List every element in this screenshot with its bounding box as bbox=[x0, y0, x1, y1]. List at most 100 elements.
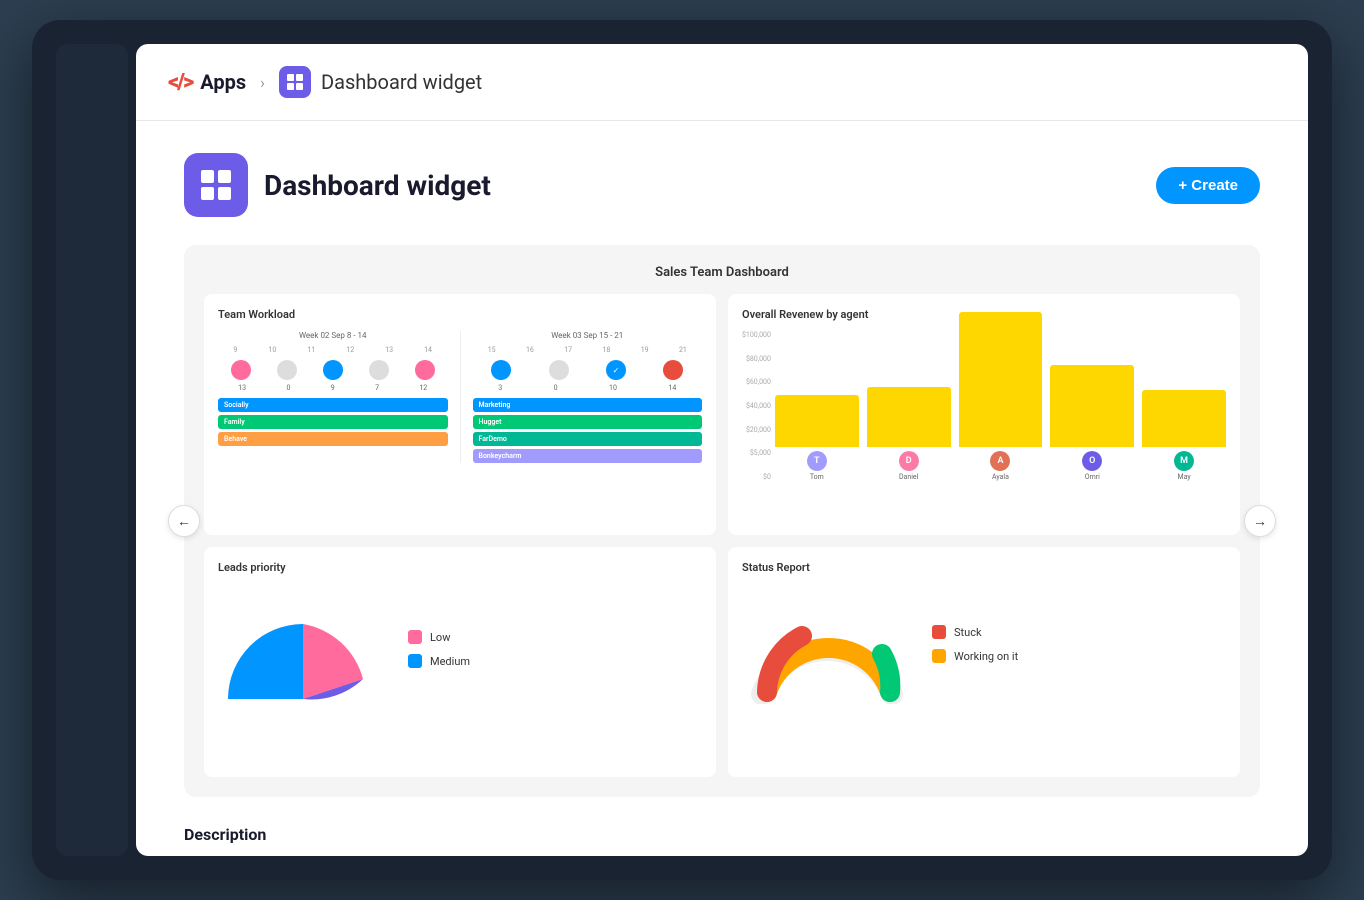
task-bar-bonkeycharm: Bonkeycharm bbox=[473, 449, 703, 463]
breadcrumb-page-title: Dashboard widget bbox=[321, 70, 482, 94]
leads-priority-widget: Leads priority bbox=[204, 547, 716, 777]
workload-weeks: Week 02 Sep 8 - 14 9 10 11 12 13 14 bbox=[218, 331, 702, 463]
bars-container: T Tom D Daniel bbox=[775, 331, 1226, 481]
avatar-ayala: A bbox=[990, 451, 1010, 471]
bar-label-omri: Omri bbox=[1085, 473, 1100, 481]
count: 7 bbox=[375, 384, 379, 392]
avatar-w3-2 bbox=[549, 360, 569, 380]
app-icon-large bbox=[184, 153, 248, 217]
legend-medium: Medium bbox=[408, 654, 470, 668]
count: 3 bbox=[498, 384, 502, 392]
legend-label-working: Working on it bbox=[954, 650, 1018, 663]
breadcrumb-apps-label[interactable]: Apps bbox=[200, 70, 246, 94]
revenue-widget: Overall Revenew by agent $100,000 $80,00… bbox=[728, 294, 1240, 535]
day: 17 bbox=[564, 346, 572, 354]
task-bar-fardemo: FarDemo bbox=[473, 432, 703, 446]
bar-label-ayala: Ayala bbox=[992, 473, 1009, 481]
brand-logo: </> Apps bbox=[168, 70, 246, 95]
bar-rect-may bbox=[1142, 390, 1226, 447]
legend-working: Working on it bbox=[932, 649, 1018, 663]
code-icon: </> bbox=[168, 70, 192, 95]
main-area: </> Apps › Dashboard widget bbox=[136, 44, 1308, 856]
legend-dot-medium bbox=[408, 654, 422, 668]
nav-arrow-left[interactable]: ← bbox=[168, 505, 200, 537]
legend-stuck: Stuck bbox=[932, 625, 1018, 639]
week2-counts: 13 0 9 7 12 bbox=[218, 384, 448, 392]
task-bar-behave: Behave bbox=[218, 432, 448, 446]
bar-item-may: M May bbox=[1142, 390, 1226, 481]
breadcrumb-bar: </> Apps › Dashboard widget bbox=[136, 44, 1308, 121]
task-bar-hugget: Hugget bbox=[473, 415, 703, 429]
avatar-tom: T bbox=[807, 451, 827, 471]
y-label: $100,000 bbox=[742, 331, 771, 339]
leads-priority-title: Leads priority bbox=[218, 561, 702, 574]
gauge-chart bbox=[742, 584, 912, 704]
task-bar-marketing: Marketing bbox=[473, 398, 703, 412]
count: 0 bbox=[554, 384, 558, 392]
device-frame: </> Apps › Dashboard widget bbox=[32, 20, 1332, 880]
create-button[interactable]: + Create bbox=[1156, 167, 1260, 204]
y-label: $0 bbox=[742, 473, 771, 481]
page-header-left: Dashboard widget bbox=[184, 153, 491, 217]
description-text1: If you're looking for a colorful way to … bbox=[184, 854, 1260, 856]
legend-label-low: Low bbox=[430, 631, 450, 644]
leads-legend: Low Medium bbox=[408, 630, 470, 668]
y-axis-labels: $100,000 $80,000 $60,000 $40,000 $20,000… bbox=[742, 331, 775, 481]
description-heading: Description bbox=[184, 825, 1260, 844]
y-label: $20,000 bbox=[742, 426, 771, 434]
breadcrumb-icon-box bbox=[279, 66, 311, 98]
breadcrumb-separator: › bbox=[260, 73, 265, 92]
bar-item-ayala: A Ayala bbox=[959, 312, 1043, 481]
day: 14 bbox=[424, 346, 432, 354]
week2-task-bars: Socially Family Behave bbox=[218, 398, 448, 446]
day: 9 bbox=[234, 346, 238, 354]
day: 11 bbox=[307, 346, 315, 354]
page-content: Dashboard widget + Create Sales Team Das… bbox=[136, 121, 1308, 856]
legend-dot-low bbox=[408, 630, 422, 644]
count: 12 bbox=[419, 384, 427, 392]
bar-rect-ayala bbox=[959, 312, 1043, 447]
bar-label-may: May bbox=[1177, 473, 1190, 481]
week3-label: Week 03 Sep 15 - 21 bbox=[473, 331, 703, 340]
status-legend: Stuck Working on it bbox=[932, 625, 1018, 663]
bar-rect-omri bbox=[1050, 365, 1134, 447]
week2-days: 9 10 11 12 13 14 bbox=[218, 346, 448, 354]
legend-dot-working bbox=[932, 649, 946, 663]
bar-rect-daniel bbox=[867, 387, 951, 447]
avatar-2 bbox=[277, 360, 297, 380]
dashboard-preview: Sales Team Dashboard ← → Team Workload W… bbox=[184, 245, 1260, 797]
day: 18 bbox=[602, 346, 610, 354]
avatar-3 bbox=[323, 360, 343, 380]
task-bar-socially: Socially bbox=[218, 398, 448, 412]
status-report-widget: Status Report bbox=[728, 547, 1240, 777]
team-workload-title: Team Workload bbox=[218, 308, 702, 321]
page-title: Dashboard widget bbox=[264, 169, 491, 202]
week-divider bbox=[460, 331, 461, 463]
day: 13 bbox=[385, 346, 393, 354]
bar-rect-tom bbox=[775, 395, 859, 447]
week3-counts: 3 0 10 14 bbox=[473, 384, 703, 392]
pie-container: Low Medium bbox=[218, 584, 702, 714]
legend-low: Low bbox=[408, 630, 470, 644]
day: 16 bbox=[526, 346, 534, 354]
count: 0 bbox=[286, 384, 290, 392]
week2-avatars bbox=[218, 360, 448, 380]
day: 15 bbox=[488, 346, 496, 354]
avatar-omri: O bbox=[1082, 451, 1102, 471]
nav-arrow-right[interactable]: → bbox=[1244, 505, 1276, 537]
description-section: Description If you're looking for a colo… bbox=[184, 825, 1260, 856]
bar-label-tom: Tom bbox=[810, 473, 824, 481]
day: 21 bbox=[679, 346, 687, 354]
day: 19 bbox=[641, 346, 649, 354]
avatar-5 bbox=[415, 360, 435, 380]
avatar-may: M bbox=[1174, 451, 1194, 471]
grid-icon-large bbox=[201, 170, 231, 200]
bar-item-tom: T Tom bbox=[775, 395, 859, 481]
avatar-1 bbox=[231, 360, 251, 380]
gauge-container: Stuck Working on it bbox=[742, 584, 1226, 704]
page-header: Dashboard widget + Create bbox=[184, 153, 1260, 217]
pie-chart bbox=[218, 584, 388, 714]
count: 14 bbox=[668, 384, 676, 392]
sidebar bbox=[56, 44, 128, 856]
week3-section: Week 03 Sep 15 - 21 15 16 17 18 19 21 bbox=[473, 331, 703, 463]
